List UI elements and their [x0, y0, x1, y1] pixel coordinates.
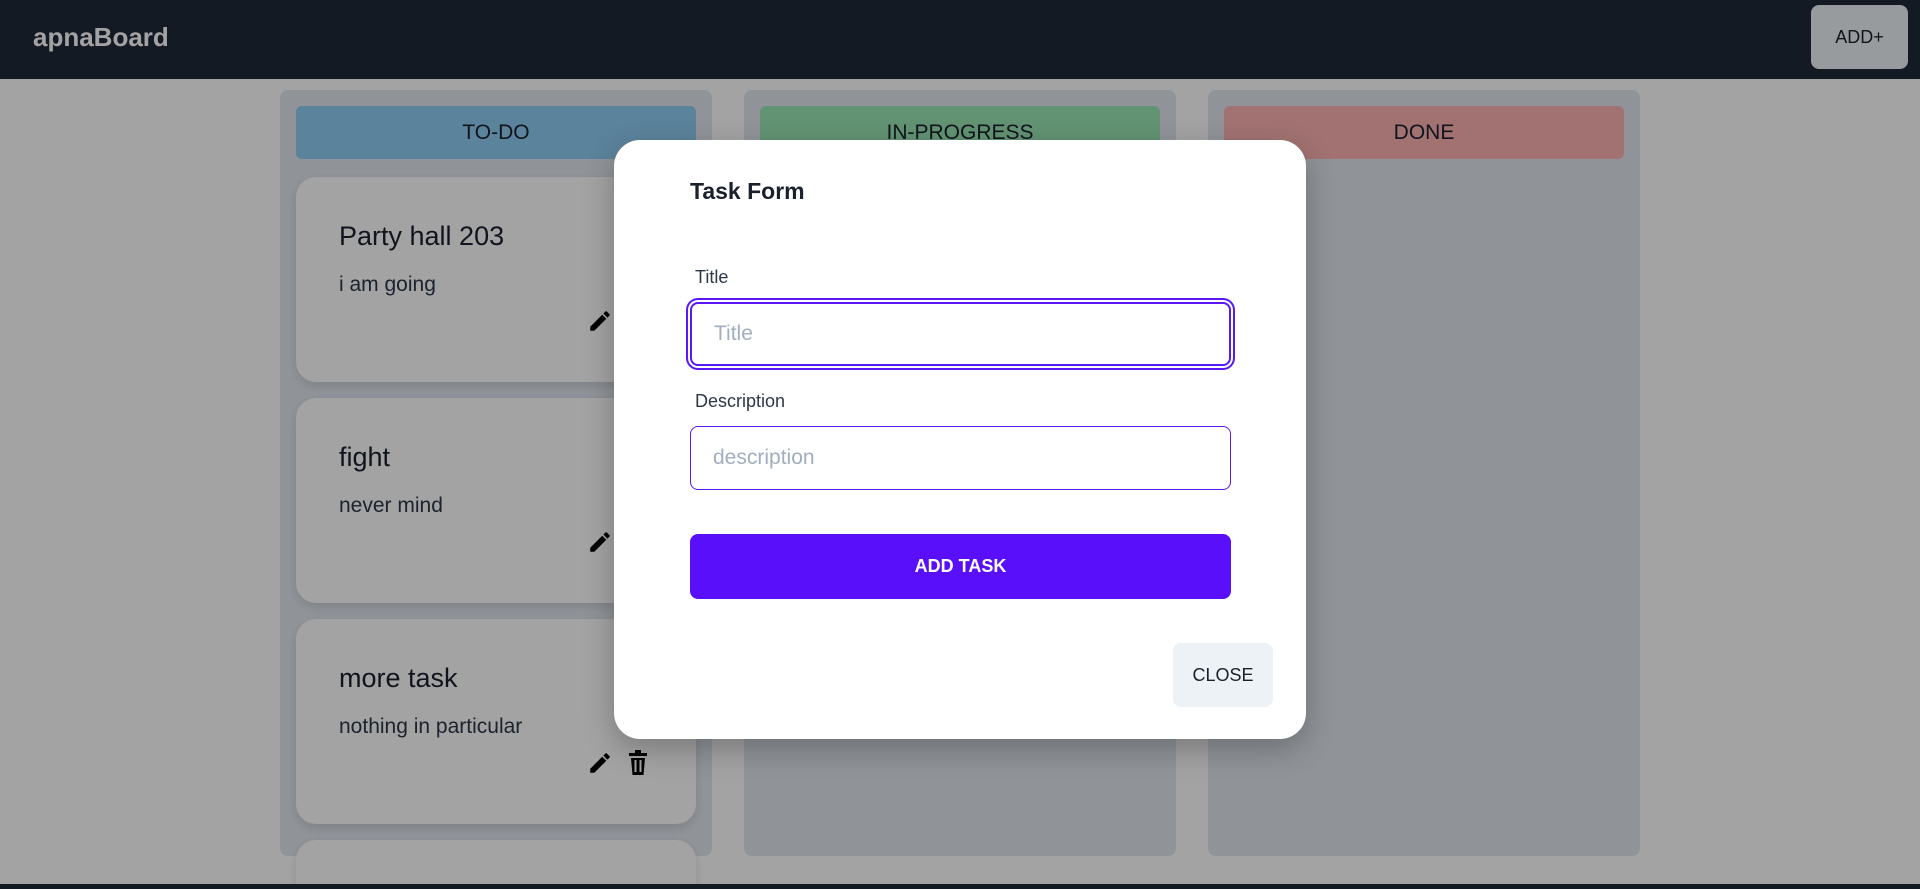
title-input[interactable]: [690, 302, 1231, 366]
close-button[interactable]: CLOSE: [1173, 643, 1273, 707]
modal-title: Task Form: [690, 178, 805, 204]
description-label: Description: [695, 391, 786, 411]
add-task-submit-button[interactable]: ADD TASK: [690, 534, 1231, 599]
description-input[interactable]: [690, 426, 1231, 490]
title-label: Title: [695, 267, 729, 287]
task-form-modal: Task Form Title Description ADD TASK CLO…: [614, 140, 1306, 739]
